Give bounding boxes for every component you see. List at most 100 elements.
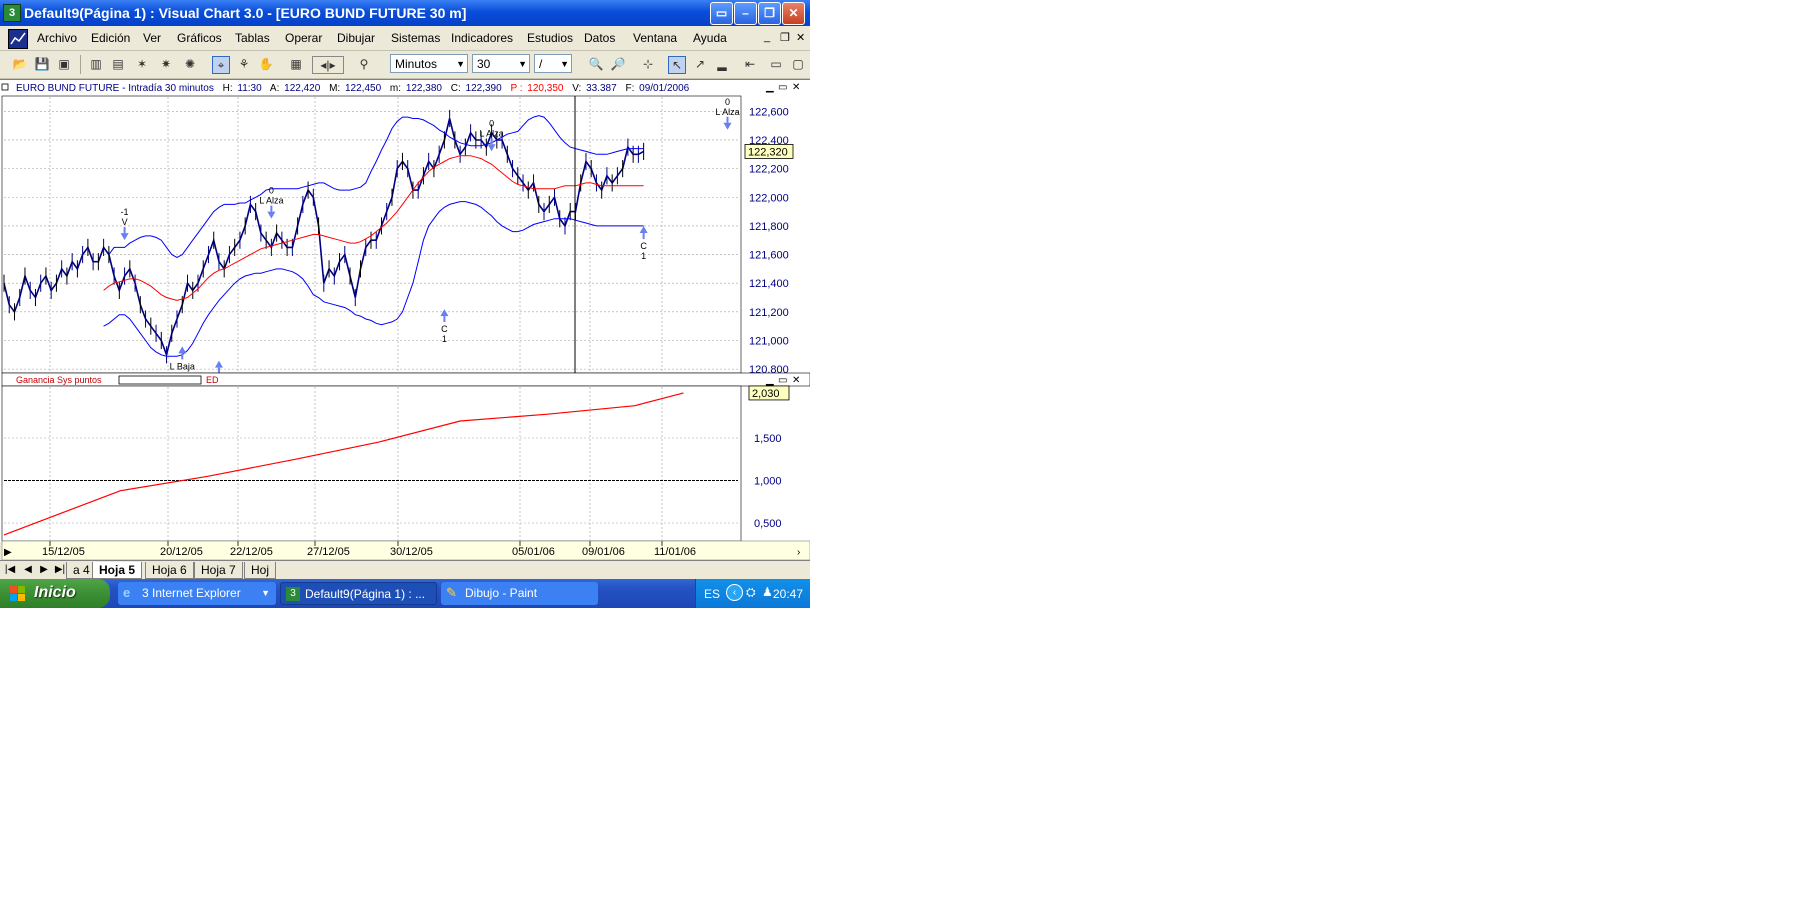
scroll-range-icon[interactable]: ◂|▸: [312, 56, 344, 74]
axis-scroll-left-icon[interactable]: ▶: [4, 547, 12, 558]
panel-min-icon[interactable]: ▁: [765, 82, 774, 93]
menu-ventana[interactable]: Ventana: [633, 31, 677, 45]
m-label: M:: [329, 83, 340, 94]
menu-ayuda[interactable]: Ayuda: [693, 31, 727, 45]
price-tick-label: 122,000: [749, 192, 789, 204]
ie-icon: e: [123, 585, 131, 600]
sheet-tab-8[interactable]: Hoj: [244, 562, 277, 579]
taskbar-internet-explorer[interactable]: e 3 Internet Explorer ▼: [118, 582, 276, 605]
menu-indicadores[interactable]: Indicadores: [451, 31, 513, 45]
sheet-tab-5[interactable]: Hoja 5: [92, 562, 143, 579]
panel-close-icon[interactable]: ✕: [792, 82, 800, 93]
signal-label: 1: [442, 334, 447, 344]
save-icon[interactable]: 💾: [34, 56, 50, 72]
date-tick-label: 11/01/06: [654, 546, 696, 558]
chevron-down-icon: ▼: [261, 588, 270, 598]
star-icon[interactable]: ✶: [134, 56, 150, 72]
menu-sistemas[interactable]: Sistemas: [391, 31, 440, 45]
menu-tablas[interactable]: Tablas: [235, 31, 270, 45]
signal-label: V: [122, 217, 128, 227]
crosshair-icon[interactable]: ⊹: [640, 56, 656, 72]
fit-window-icon[interactable]: ▭: [768, 56, 784, 72]
close-button[interactable]: ✕: [782, 2, 805, 25]
h-label: H:: [223, 83, 233, 94]
go-start-icon[interactable]: ⇤: [742, 56, 758, 72]
line-style-select[interactable]: / ▼: [534, 54, 572, 73]
indicator-max-icon[interactable]: ▭: [778, 375, 787, 386]
hand-icon[interactable]: ✋: [258, 56, 274, 72]
taskbar-paint[interactable]: ✎ Dibujo - Paint: [441, 582, 598, 605]
sheet-last-icon[interactable]: ▶|: [54, 563, 66, 577]
sheet-first-icon[interactable]: |◀: [4, 563, 16, 577]
save-all-icon[interactable]: ▣: [56, 56, 72, 72]
menu-ver[interactable]: Ver: [143, 31, 161, 45]
document-icon[interactable]: [8, 29, 28, 49]
last-equity-label: 2,030: [752, 388, 780, 400]
menu-archivo[interactable]: Archivo: [37, 31, 77, 45]
sheet-next-icon[interactable]: ▶: [38, 563, 50, 577]
menu-dibujar[interactable]: Dibujar: [337, 31, 375, 45]
zoom-out-icon[interactable]: 🔍: [588, 56, 604, 72]
clock[interactable]: 20:47: [773, 587, 803, 601]
system-icon[interactable]: ✷: [158, 56, 174, 72]
sheet-tab-6[interactable]: Hoja 6: [145, 562, 194, 579]
messenger-icon[interactable]: ♟: [762, 585, 773, 599]
indicator-chart-icon[interactable]: ▤: [110, 56, 126, 72]
cursor-chart-icon[interactable]: ⌖: [212, 56, 230, 74]
c-value: 122,390: [466, 83, 503, 94]
doc-minimize-icon[interactable]: _: [764, 31, 770, 43]
language-indicator[interactable]: ES: [704, 587, 720, 601]
menu-operar[interactable]: Operar: [285, 31, 322, 45]
taskbar-visual-chart[interactable]: 3 Default9(Página 1) : ...: [280, 582, 437, 605]
system-tray: ES ‹ ⛭ ♟ 20:47: [695, 579, 810, 608]
tray-expand-icon[interactable]: ‹: [726, 584, 743, 601]
start-button[interactable]: Inicio: [0, 579, 110, 608]
bar-chart-icon[interactable]: ▥: [88, 56, 104, 72]
menu-graficos[interactable]: Gráficos: [177, 31, 222, 45]
minimize-button[interactable]: –: [734, 2, 757, 25]
indicator-pane[interactable]: [1, 385, 742, 542]
indicator-param-box[interactable]: [118, 375, 202, 385]
date-tick-label: 30/12/05: [390, 546, 433, 558]
restore-app-button[interactable]: ▭: [710, 2, 733, 25]
period-select[interactable]: 30 ▼: [472, 54, 530, 73]
price-chart[interactable]: EURO BUND FUTURE - Intradía 30 minutos H…: [0, 80, 810, 561]
indicator-tick-label: 1,500: [754, 433, 782, 445]
zoom-in-icon[interactable]: 🔎: [610, 56, 626, 72]
indicator-label: Ganancia Sys puntos: [16, 375, 102, 385]
price-tick-label: 121,200: [749, 307, 789, 319]
menu-datos[interactable]: Datos: [584, 31, 615, 45]
sheet-tab-7[interactable]: Hoja 7: [194, 562, 243, 579]
maximize-button[interactable]: ❐: [758, 2, 781, 25]
signal-label: 1: [641, 251, 646, 261]
app-icon[interactable]: 3: [3, 4, 21, 22]
title-bar[interactable]: 3 Default9(Página 1) : Visual Chart 3.0 …: [0, 0, 810, 26]
eraser-icon[interactable]: ▂: [714, 56, 730, 72]
chart-panel[interactable]: EURO BUND FUTURE - Intradía 30 minutos H…: [0, 79, 810, 561]
draw-tool-icon[interactable]: ⚲: [356, 56, 372, 72]
properties-icon[interactable]: ▢: [790, 56, 806, 72]
menu-edicion[interactable]: Edición: [91, 31, 130, 45]
panel-collapse-icon[interactable]: [1, 83, 9, 91]
signal-label: 0: [489, 118, 494, 128]
panel-max-icon[interactable]: ▭: [778, 82, 787, 93]
zoom-candles-icon[interactable]: ⚘: [236, 56, 252, 72]
doc-close-icon[interactable]: ✕: [796, 31, 805, 44]
timeframe-select[interactable]: Minutos ▼: [390, 54, 468, 73]
axis-scroll-right-icon[interactable]: ›: [797, 547, 800, 558]
task-label: Dibujo - Paint: [465, 586, 538, 600]
network-icon[interactable]: ⛭: [746, 585, 756, 600]
menu-estudios[interactable]: Estudios: [527, 31, 573, 45]
toolbar-separator: [80, 55, 81, 74]
indicator-close-icon[interactable]: ✕: [792, 375, 800, 386]
pointer-icon[interactable]: ↖: [668, 56, 686, 74]
window-layout-icon[interactable]: ▦: [288, 56, 304, 72]
open-folder-icon[interactable]: 📂: [12, 56, 28, 72]
pattern-icon[interactable]: ✺: [182, 56, 198, 72]
indicator-min-icon[interactable]: ▁: [765, 375, 774, 386]
price-tick-label: 121,000: [749, 335, 789, 347]
sheet-prev-icon[interactable]: ◀: [22, 563, 34, 577]
trendline-icon[interactable]: ↗: [692, 56, 708, 72]
h-value: 11:30: [237, 83, 262, 94]
doc-restore-icon[interactable]: ❐: [780, 31, 790, 44]
